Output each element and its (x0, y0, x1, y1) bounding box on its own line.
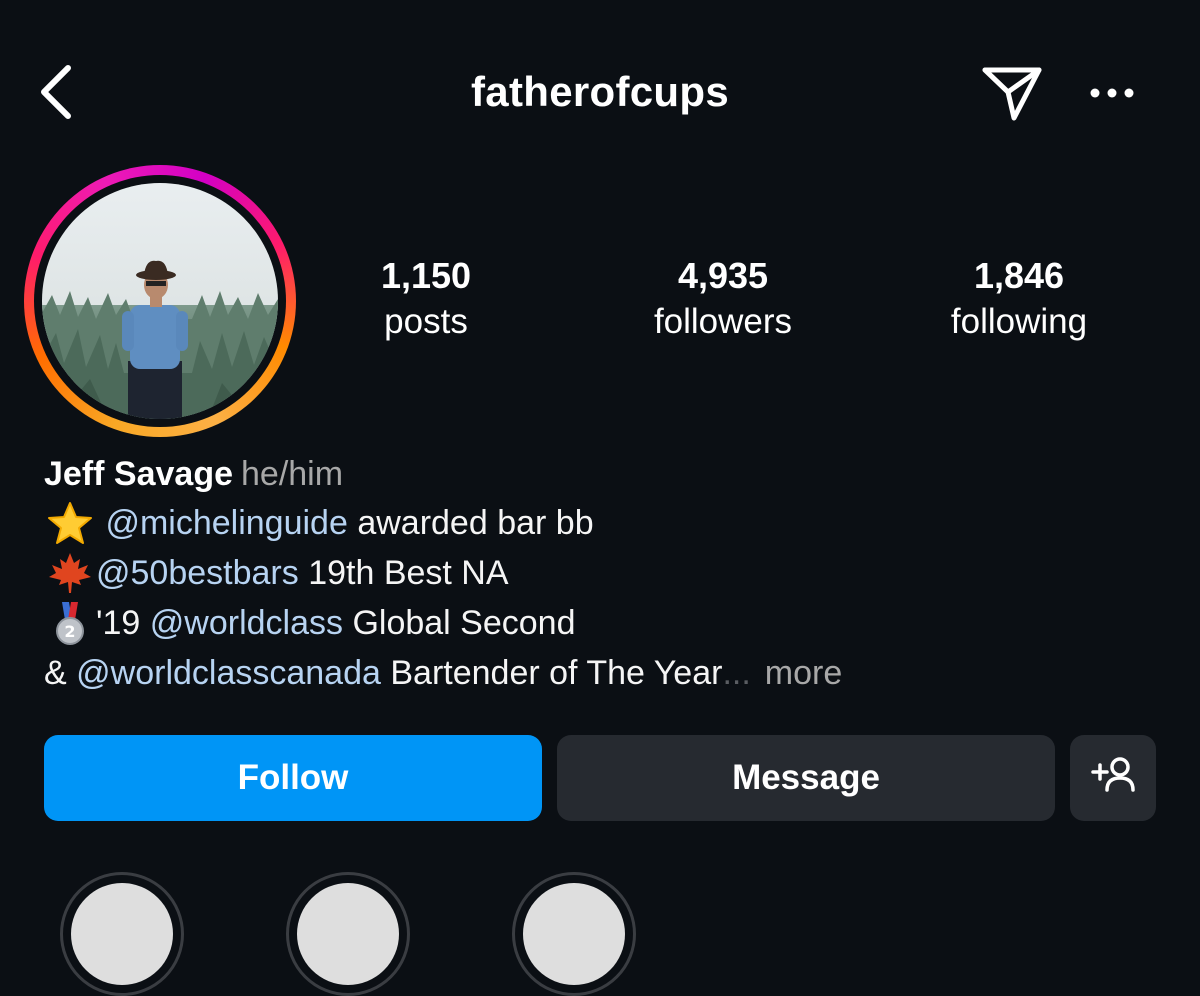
display-name: Jeff Savage (44, 455, 233, 493)
followers-count-value: 4,935 (677, 255, 769, 296)
story-highlight[interactable] (286, 872, 410, 996)
bio-more-link[interactable]: more (765, 648, 842, 698)
pronouns: he/him (241, 455, 344, 493)
name-line: Jeff Savage he/him (44, 450, 1164, 498)
following-count-label: following (950, 302, 1088, 341)
bio-truncation-ellipsis: ... (722, 654, 751, 692)
avatar-ring-gap (34, 175, 286, 427)
more-options-button[interactable] (1080, 70, 1144, 120)
posts-count-label: posts (384, 302, 468, 341)
bio-line-4-text: Bartender of The Year (390, 654, 723, 692)
bio-line-4: & @worldclasscanada Bartender of The Yea… (44, 648, 1164, 698)
bio-line-3-prefix: '19 (96, 604, 141, 642)
suggested-accounts-button[interactable] (1070, 735, 1156, 821)
message-button[interactable]: Message (557, 735, 1055, 821)
followers-count-label: followers (653, 302, 793, 341)
bio-line-1: @michelinguide awarded bar bb (44, 498, 1164, 548)
story-highlight[interactable] (60, 872, 184, 996)
second-place-medal-emoji: 2 (44, 600, 96, 646)
following-count[interactable]: 1,846 following (928, 254, 1110, 346)
followers-count[interactable]: 4,935 followers (628, 254, 818, 346)
bio-line-3: 2 '19 @worldclass Global Second (44, 598, 1164, 648)
profile-header: fatherofcups (0, 0, 1200, 190)
following-count-value: 1,846 (973, 255, 1065, 296)
bio-line-1-text: awarded bar bb (357, 504, 594, 542)
bio-line-2: @50bestbars 19th Best NA (44, 548, 1164, 598)
posts-count-value: 1,150 (380, 255, 472, 296)
bio-line-2-text: 19th Best NA (308, 554, 509, 592)
mention-worldclasscanada[interactable]: @worldclasscanada (76, 648, 381, 698)
story-highlight-cover (71, 883, 173, 985)
star-emoji (44, 500, 96, 546)
ellipsis-icon (1088, 86, 1136, 105)
story-highlight-cover (297, 883, 399, 985)
avatar (42, 183, 278, 419)
follow-button[interactable]: Follow (44, 735, 542, 821)
story-highlight-cover (523, 883, 625, 985)
profile-avatar-story-ring[interactable] (24, 165, 296, 437)
mention-50bestbars[interactable]: @50bestbars (96, 548, 299, 598)
add-person-icon (1091, 756, 1135, 801)
posts-count[interactable]: 1,150 posts (352, 254, 500, 346)
maple-leaf-emoji (44, 550, 96, 596)
share-profile-button[interactable] (976, 62, 1048, 128)
svg-text:2: 2 (64, 622, 75, 641)
mention-michelinguide[interactable]: @michelinguide (105, 498, 347, 548)
paper-plane-icon (980, 64, 1044, 127)
story-highlight[interactable] (512, 872, 636, 996)
mention-worldclass[interactable]: @worldclass (150, 598, 343, 648)
bio-line-3-text: Global Second (352, 604, 576, 642)
profile-bio: Jeff Savage he/him @michelinguide awarded… (44, 450, 1164, 698)
bio-line-4-prefix: & (44, 654, 67, 692)
